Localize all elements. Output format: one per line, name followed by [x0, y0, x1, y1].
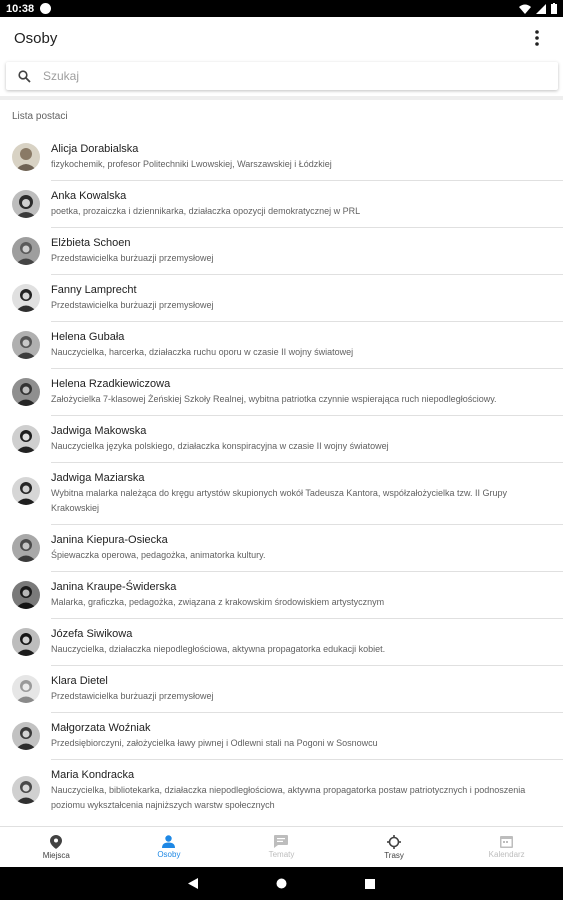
person-description: Przedstawicielka burżuazji przemysłowej: [51, 300, 214, 310]
row-divider: [51, 571, 563, 572]
person-name: Fanny Lamprecht: [51, 284, 137, 296]
system-navigation-bar: [0, 867, 563, 900]
avatar: [12, 628, 40, 656]
list-header: Lista postaci: [12, 111, 68, 122]
more-options-button[interactable]: [525, 26, 549, 50]
person-name: Jadwiga Maziarska: [51, 472, 145, 484]
home-icon[interactable]: [276, 878, 287, 889]
row-divider: [51, 321, 563, 322]
person-name: Janina Kiepura-Osiecka: [51, 534, 168, 546]
person-description: Nauczycielka, bibliotekarka, działaczka …: [51, 785, 526, 810]
nav-trasy[interactable]: Trasy: [338, 827, 451, 867]
status-bar: 10:38: [0, 0, 563, 17]
avatar: [12, 581, 40, 609]
avatar: [12, 237, 40, 265]
battery-icon: [551, 3, 557, 14]
person-description: Śpiewaczka operowa, pedagożka, animatork…: [51, 550, 266, 560]
more-vertical-icon: [535, 30, 539, 46]
wifi-icon: [519, 4, 531, 14]
avatar: [12, 425, 40, 453]
row-divider: [51, 665, 563, 666]
place-pin-icon: [50, 834, 63, 849]
row-divider: [51, 712, 563, 713]
avatar: [12, 675, 40, 703]
status-time: 10:38: [6, 2, 35, 15]
recents-icon[interactable]: [365, 878, 375, 889]
back-icon[interactable]: [188, 878, 198, 889]
nav-label: Tematy: [268, 850, 295, 859]
person-name: Elżbieta Schoen: [51, 237, 131, 249]
person-description: Przedstawicielka burżuazji przemysłowej: [51, 691, 214, 701]
nav-label: Kalendarz: [488, 850, 525, 859]
person-name: Helena Rzadkiewiczowa: [51, 378, 171, 390]
person-name: Józefa Siwikowa: [51, 628, 133, 640]
person-description: Przedsiębiorczyni, założycielka ławy piw…: [51, 738, 378, 748]
avatar: [12, 331, 40, 359]
avatar: [12, 143, 40, 171]
app-bar: Osoby: [0, 17, 563, 59]
notification-icon: [40, 3, 52, 14]
person-name: Jadwiga Makowska: [51, 425, 147, 437]
row-divider: [51, 274, 563, 275]
avatar: [12, 477, 40, 505]
search-input[interactable]: [43, 69, 523, 83]
person-name: Alicja Dorabialska: [51, 143, 139, 155]
person-name: Helena Gubała: [51, 331, 125, 343]
avatar: [12, 378, 40, 406]
nav-osoby[interactable]: Osoby: [113, 827, 226, 867]
person-description: Malarka, graficzka, pedagożka, związana …: [51, 597, 385, 607]
nav-label: Miejsca: [42, 850, 70, 860]
row-divider: [51, 227, 563, 228]
nav-kalendarz[interactable]: Kalendarz: [450, 827, 563, 867]
person-description: Założycielka 7-klasowej Żeńskiej Szkoły …: [51, 394, 497, 404]
person-description: Nauczycielka, działaczka niepodległościo…: [51, 644, 386, 654]
row-divider: [51, 180, 563, 181]
row-divider: [51, 759, 563, 760]
nav-label: Osoby: [157, 850, 181, 859]
row-divider: [51, 415, 563, 416]
search-divider: [0, 96, 563, 100]
avatar: [12, 776, 40, 804]
chat-bubble-icon: [274, 835, 289, 848]
person-name: Małgorzata Woźniak: [51, 722, 151, 734]
person-name: Anka Kowalska: [51, 190, 127, 202]
person-description: Wybitna malarka należąca do kręgu artyst…: [51, 488, 507, 513]
search-icon: [18, 69, 31, 83]
row-divider: [51, 462, 563, 463]
row-divider: [51, 368, 563, 369]
page-title: Osoby: [14, 29, 58, 47]
person-name: Klara Dietel: [51, 675, 108, 687]
route-icon: [387, 834, 402, 849]
row-divider: [51, 618, 563, 619]
person-name: Janina Kraupe-Świderska: [51, 581, 177, 593]
person-name: Maria Kondracka: [51, 769, 135, 781]
avatar: [12, 284, 40, 312]
person-description: fizykochemik, profesor Politechniki Lwow…: [51, 159, 332, 169]
nav-tematy[interactable]: Tematy: [225, 827, 338, 867]
avatar: [12, 190, 40, 218]
person-icon: [162, 835, 176, 848]
avatar: [12, 534, 40, 562]
search-bar: [6, 62, 558, 90]
bottom-navigation: Miejsca Osoby Tematy Trasy Kalendarz: [0, 826, 563, 867]
person-description: Przedstawicielka burżuazji przemysłowej: [51, 253, 214, 263]
person-description: Nauczycielka języka polskiego, działaczk…: [51, 441, 389, 451]
nav-label: Trasy: [384, 850, 404, 860]
person-description: poetka, prozaiczka i dziennikarka, dział…: [51, 206, 361, 216]
nav-miejsca[interactable]: Miejsca: [0, 827, 113, 867]
signal-icon: [536, 3, 546, 14]
row-divider: [51, 524, 563, 525]
person-description: Nauczycielka, harcerka, działaczka ruchu…: [51, 347, 354, 357]
calendar-icon: [500, 836, 514, 848]
avatar: [12, 722, 40, 750]
